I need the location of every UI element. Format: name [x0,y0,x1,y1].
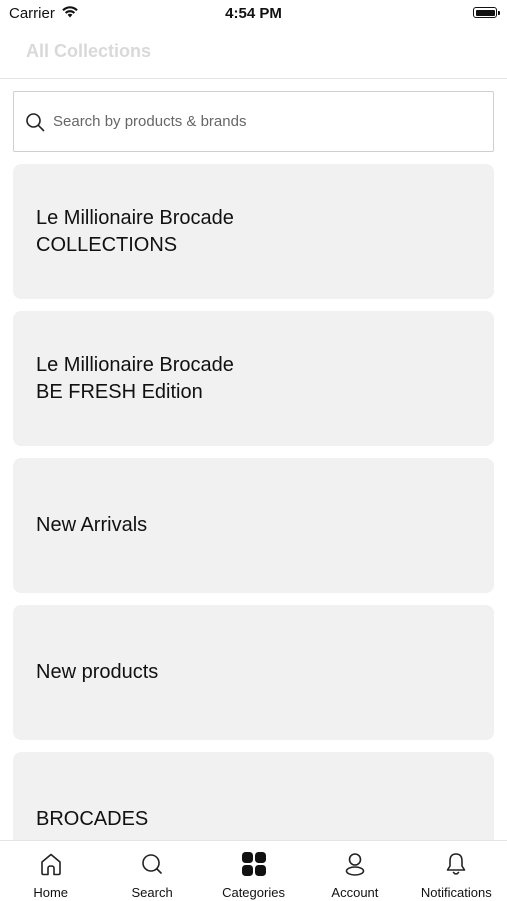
account-icon [340,849,370,879]
status-bar: Carrier 4:54 PM [0,0,507,28]
status-time: 4:54 PM [225,5,282,22]
tab-search-label: Search [131,885,173,900]
collection-card[interactable]: New Arrivals [13,458,494,593]
home-icon [36,849,66,879]
search-icon [25,112,45,132]
collection-label: New Arrivals [36,514,148,536]
tab-account-label: Account [331,885,379,900]
collection-card[interactable]: BROCADES [13,752,494,840]
collection-label: New products [36,661,159,683]
collection-label: Le Millionaire Brocade BE FRESH Edition [36,353,234,403]
tab-account[interactable]: Account [304,841,405,901]
tab-home-label: Home [33,885,69,900]
search-icon [137,849,167,879]
bottom-tab-bar: Home Search Categories Account Notificat… [0,840,507,901]
collection-label: Le Millionaire Brocade COLLECTIONS [36,206,234,256]
battery-icon [473,7,500,18]
page-header: All Collections [0,28,507,79]
page-title: All Collections [26,41,152,61]
tab-home[interactable]: Home [0,841,101,901]
tab-notifications-label: Notifications [420,885,492,900]
collection-label: BROCADES [36,808,149,830]
bell-icon [441,849,471,879]
tab-categories[interactable]: Categories [203,841,304,901]
search-bar[interactable] [13,91,494,152]
tab-search[interactable]: Search [101,841,202,901]
tab-notifications[interactable]: Notifications [406,841,507,901]
tab-categories-label: Categories [222,885,285,900]
categories-icon [239,849,269,879]
collection-card[interactable]: Le Millionaire Brocade COLLECTIONS [13,164,494,299]
search-input[interactable] [51,112,455,131]
collection-card[interactable]: New products [13,605,494,740]
collection-card[interactable]: Le Millionaire Brocade BE FRESH Edition [13,311,494,446]
collections-list: Le Millionaire Brocade COLLECTIONS Le Mi… [13,164,494,840]
